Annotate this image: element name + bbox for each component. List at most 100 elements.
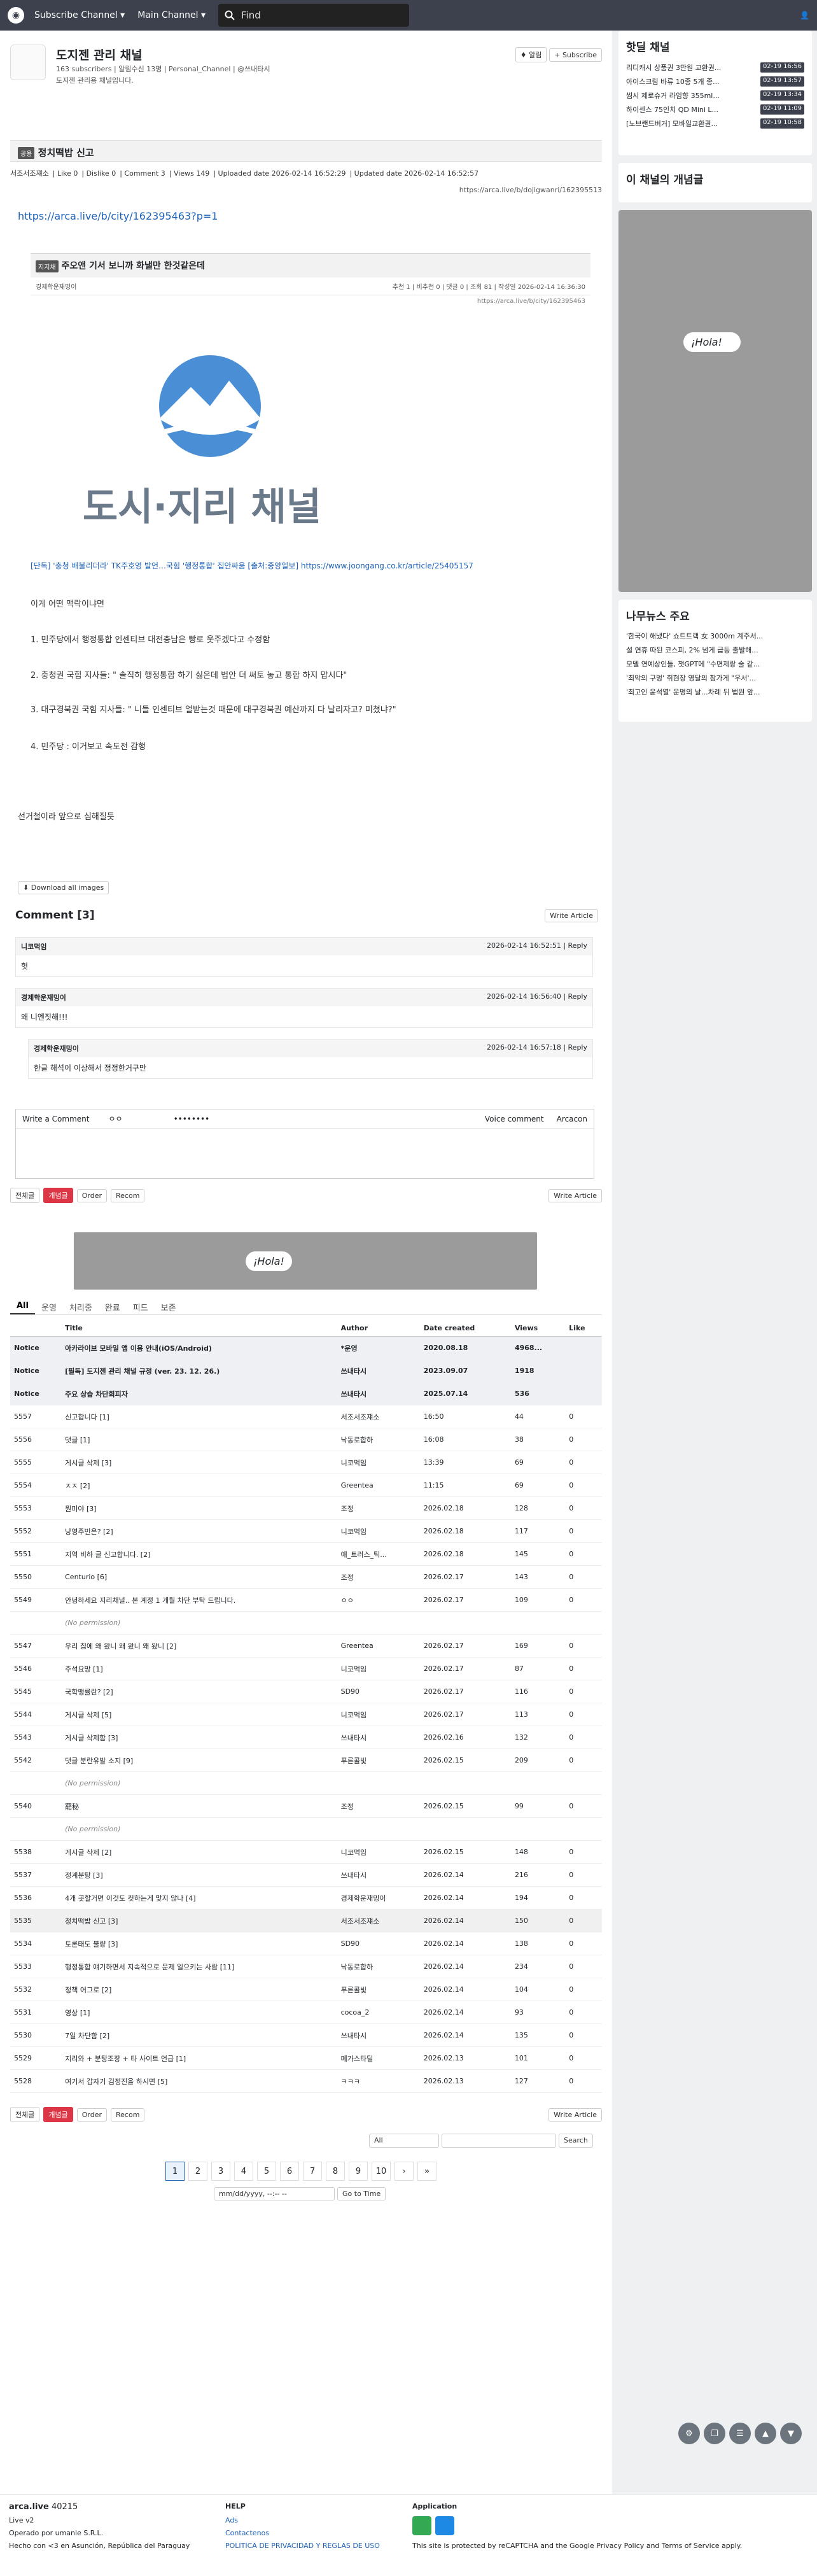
table-row[interactable]: 5550 Centurio [6] 조정 2026.02.17 143 0 — [10, 1565, 602, 1589]
post-title[interactable]: [필독] 도지젠 관리 채널 규정 (ver. 23. 12. 26.) — [61, 1359, 337, 1383]
post-title[interactable]: 댓글 [1] — [61, 1428, 337, 1451]
editor-name-field[interactable]: ㅇㅇ — [108, 1113, 122, 1124]
post-title[interactable]: (No permission) — [61, 1771, 337, 1795]
post-title[interactable]: 罷秘 — [61, 1794, 337, 1818]
hotdeal-item[interactable]: [노브랜드버거] 모바일교환권... 02-19 10:58 — [626, 116, 804, 130]
page-button[interactable]: › — [395, 2162, 414, 2181]
all-posts-button[interactable]: 전체글 — [10, 2107, 40, 2122]
subscribe-button[interactable]: + Subscribe — [549, 48, 602, 62]
comment-author[interactable]: 경제학운재밍이 — [34, 1043, 79, 1053]
page-button[interactable]: 7 — [303, 2162, 322, 2181]
post-title[interactable]: 지역 비하 글 신고합니다. [2] — [61, 1542, 337, 1566]
copy-icon[interactable]: ❐ — [704, 2423, 725, 2444]
reply-button[interactable]: Reply — [568, 992, 587, 1001]
table-row[interactable]: (No permission) — [10, 1817, 602, 1841]
news-item[interactable]: '최고인 윤석열' 운명의 날…차례 뒤 법원 앞... — [626, 686, 804, 700]
post-title[interactable]: 게시글 삭제 [5] — [61, 1703, 337, 1726]
comment-author[interactable]: 니코먹임 — [21, 941, 46, 952]
scroll-up-icon[interactable]: ▲ — [755, 2423, 776, 2444]
page-button[interactable]: 3 — [211, 2162, 230, 2181]
order-select[interactable]: Order — [76, 2108, 108, 2122]
download-images-button[interactable]: ⬇ Download all images — [18, 881, 109, 894]
table-row[interactable]: Notice 아카라이브 모바일 앱 이용 안내(iOS/Android) *운영 2… — [10, 1336, 602, 1360]
page-button[interactable]: 2 — [188, 2162, 207, 2181]
table-row[interactable]: 5549 안녕하세요 지리채널.. 본 계정 1 개월 차단 부탁 드립니다. ㅇㅇ… — [10, 1588, 602, 1612]
post-title[interactable]: 지리와 + 분탕조장 + 타 사이트 언급 [1] — [61, 2046, 337, 2070]
best-posts-button[interactable]: 개념글 — [43, 2107, 73, 2122]
post-title[interactable]: (No permission) — [61, 1611, 337, 1635]
table-row[interactable]: 5552 낭영주빈은? [2] 니코먹임 2026.02.18 117 0 — [10, 1519, 602, 1543]
page-button[interactable]: 9 — [349, 2162, 368, 2181]
post-title[interactable]: 뭔미야 [3] — [61, 1496, 337, 1520]
post-title[interactable]: 주요 상습 차단회피자 — [61, 1382, 337, 1405]
table-row[interactable]: 5555 게시글 삭제 [3] 니코먹임 13:39 69 0 — [10, 1451, 602, 1474]
table-row[interactable]: (No permission) — [10, 1611, 602, 1635]
news-item[interactable]: 모델 연예상인들, 챗GPT에 "수면제랑 술 같... — [626, 658, 804, 672]
page-button[interactable]: 5 — [257, 2162, 276, 2181]
search-scope-select[interactable]: All — [369, 2134, 439, 2148]
alarm-button[interactable]: ♦ 알림 — [515, 47, 547, 62]
table-row[interactable]: 5551 지역 비하 글 신고합니다. [2] 애_트러스_틱... 2026.02.… — [10, 1542, 602, 1566]
news-link[interactable]: [단독] '충청 배불리더라' TK주호영 발언…국힘 '행정통합' 집안싸움 … — [31, 560, 473, 571]
table-row[interactable]: (No permission) — [10, 1771, 602, 1795]
table-row[interactable]: 5546 주석요망 [1] 니코먹임 2026.02.17 87 0 — [10, 1657, 602, 1680]
search-button[interactable]: Search — [559, 2134, 593, 2148]
post-title[interactable]: (No permission) — [61, 1817, 337, 1841]
date-input[interactable]: mm/dd/yyyy, --:-- -- — [214, 2187, 335, 2200]
table-row[interactable]: 5529 지리와 + 분탕조장 + 타 사이트 언급 [1] 메가스타딜 2026.0… — [10, 2046, 602, 2070]
footer-link[interactable]: POLITICA DE PRIVACIDAD Y REGLAS DE USO — [225, 2542, 380, 2550]
reply-button[interactable]: Reply — [568, 941, 587, 950]
page-button[interactable]: 4 — [234, 2162, 253, 2181]
app-store-icon[interactable] — [435, 2516, 454, 2535]
comment-author[interactable]: 경제학운재밍이 — [21, 992, 66, 1003]
table-row[interactable]: 5536 4개 곳할거면 이것도 컷하는게 맞지 않나 [4] 경제학운재밍이 202… — [10, 1886, 602, 1910]
hotdeal-item[interactable]: 하이센스 75인치 QD Mini L... 02-19 11:09 — [626, 102, 804, 116]
comment-write-button[interactable]: Write Article — [545, 909, 598, 922]
news-title[interactable]: 나무뉴스 주요 — [626, 607, 804, 623]
post-title[interactable]: 토론태도 불량 [3] — [61, 1932, 337, 1955]
search-field[interactable] — [442, 2134, 556, 2148]
tab-processing[interactable]: 처리중 — [63, 1297, 99, 1314]
page-button[interactable]: 6 — [280, 2162, 299, 2181]
table-row[interactable]: 5535 정치떡밥 신고 [3] 서조서조쟤소 2026.02.14 150 0 — [10, 1909, 602, 1932]
post-title[interactable]: 댓글 분란유발 소지 [9] — [61, 1749, 337, 1772]
best-posts-button[interactable]: 개념글 — [43, 1188, 73, 1203]
post-title[interactable]: 정치떡밥 신고 [3] — [61, 1909, 337, 1932]
side-ad-banner[interactable]: ¡Hola! — [618, 210, 812, 592]
table-row[interactable]: 5545 국학맹률란? [2] SD90 2026.02.17 116 0 — [10, 1680, 602, 1703]
tab-all[interactable]: All — [10, 1297, 35, 1314]
post-title[interactable]: 안녕하세요 지리채널.. 본 계정 1 개월 차단 부탁 드립니다. — [61, 1588, 337, 1612]
table-row[interactable]: 5538 게시글 삭제 [2] 니코먹임 2026.02.15 148 0 — [10, 1840, 602, 1864]
arcacon-button[interactable]: Arcacon — [557, 1115, 587, 1123]
write-article-button[interactable]: Write Article — [548, 1188, 602, 1202]
concept-title[interactable]: 이 채널의 개념글 — [626, 171, 804, 187]
post-title[interactable]: 국학맹률란? [2] — [61, 1680, 337, 1703]
table-row[interactable]: 5542 댓글 분란유발 소지 [9] 푸른콜빛 2026.02.15 209 0 — [10, 1749, 602, 1772]
post-title[interactable]: 게시글 삭제 [2] — [61, 1840, 337, 1864]
table-row[interactable]: 5540 罷秘 조정 2026.02.15 99 0 — [10, 1794, 602, 1818]
footer-link[interactable]: Ads — [225, 2516, 238, 2524]
post-title[interactable]: 정책 어그로 [2] — [61, 1978, 337, 2001]
table-row[interactable]: 5534 토론태도 불량 [3] SD90 2026.02.14 138 0 — [10, 1932, 602, 1955]
table-row[interactable]: 5537 정계분탕 [3] 쓰내타시 2026.02.14 216 0 — [10, 1863, 602, 1887]
news-item[interactable]: 설 연휴 따된 코스피, 2% 넘게 급등 출발해... — [626, 644, 804, 658]
post-title[interactable]: ㅈㅈ [2] — [61, 1474, 337, 1497]
table-row[interactable]: 5531 영상 [1] cocoa_2 2026.02.14 93 0 — [10, 2001, 602, 2024]
voice-comment-button[interactable]: Voice comment — [485, 1115, 544, 1123]
arca-logo-icon[interactable]: ◉ — [8, 7, 24, 24]
post-title[interactable]: 게시글 삭제함 [3] — [61, 1726, 337, 1749]
post-title[interactable]: 정계분탕 [3] — [61, 1863, 337, 1887]
hotdeal-item[interactable]: 리디캐시 상품권 3만원 교환권... 02-19 16:56 — [626, 60, 804, 74]
page-button[interactable]: 8 — [326, 2162, 345, 2181]
hotdeal-item[interactable]: 썸시 제로슈거 라임향 355ml... 02-19 13:34 — [626, 88, 804, 102]
table-row[interactable]: Notice [필독] 도지젠 관리 채널 규정 (ver. 23. 12. 26… — [10, 1359, 602, 1383]
article-url[interactable]: https://arca.live/b/dojigwanri/162395513 — [459, 186, 602, 194]
table-row[interactable]: 5547 우리 집에 왜 왔니 왜 왔니 왜 왔니 [2] Greentea 2026… — [10, 1634, 602, 1658]
news-item[interactable]: '한국이 해냈다' 쇼트트랙 女 3000m 계주서... — [626, 630, 804, 644]
post-title[interactable]: 신고합니다 [1] — [61, 1405, 337, 1428]
table-row[interactable]: 5528 여기서 갑자기 김정진을 하시면 [5] ㅋㅋㅋ 2026.02.13 127… — [10, 2069, 602, 2093]
table-row[interactable]: Notice 주요 상습 차단회피자 쓰내타시 2025.07.14 536 — [10, 1382, 602, 1405]
table-row[interactable]: 5532 정책 어그로 [2] 푸른콜빛 2026.02.14 104 0 — [10, 1978, 602, 2001]
embed-title[interactable]: 주오앤 기서 보니까 화낼만 한것같은데 — [61, 261, 205, 271]
tab-feed[interactable]: 피드 — [127, 1297, 155, 1314]
